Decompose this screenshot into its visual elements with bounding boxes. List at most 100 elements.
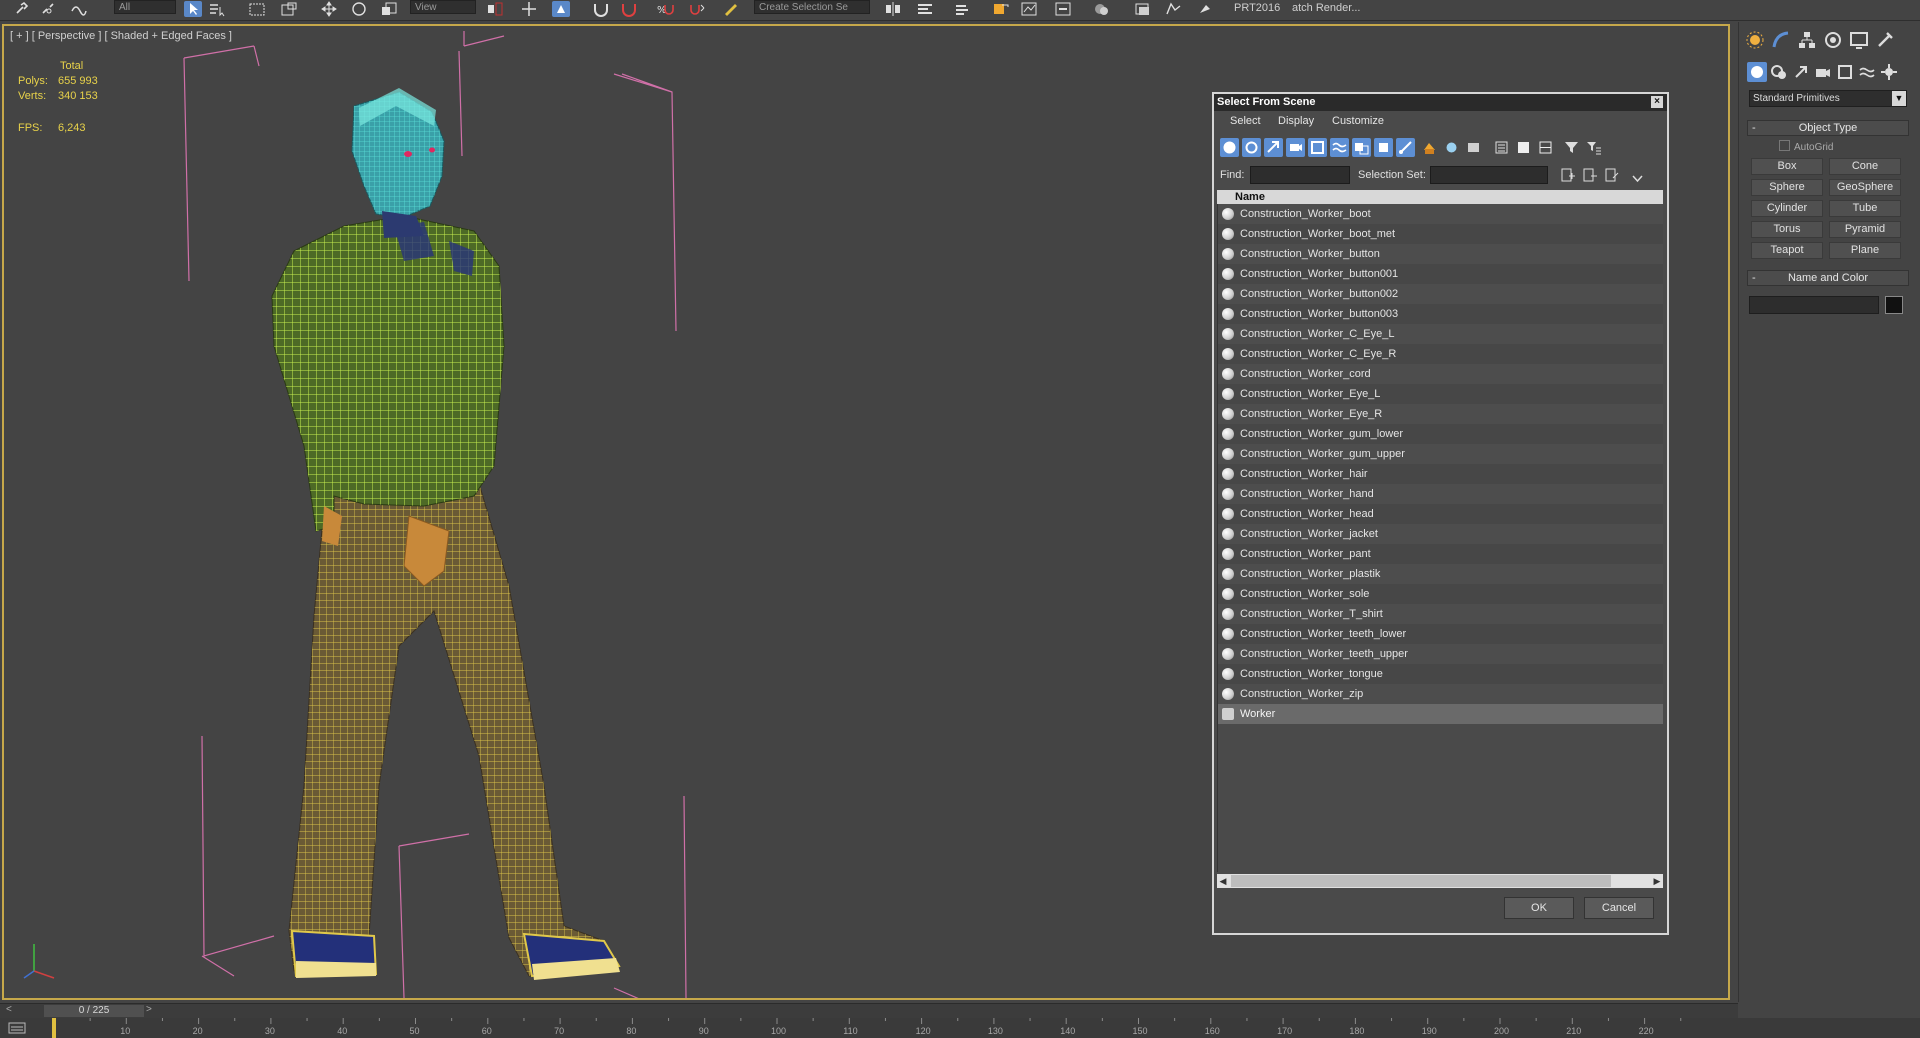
next-frame-button[interactable]: > (146, 1004, 152, 1015)
list-item[interactable]: Construction_Worker_C_Eye_R (1218, 344, 1663, 364)
display-xrefs-icon[interactable] (1374, 138, 1393, 157)
list-item[interactable]: Construction_Worker_button (1218, 244, 1663, 264)
collapse-icon[interactable]: - (1752, 271, 1756, 285)
primitive-category-dropdown[interactable]: Standard Primitives ▼ (1749, 90, 1907, 107)
window-crossing-icon[interactable] (280, 1, 298, 17)
list-item[interactable]: Construction_Worker_teeth_lower (1218, 624, 1663, 644)
spinner-snap-icon[interactable] (688, 1, 706, 17)
create-selection-set-icon[interactable] (1558, 166, 1577, 185)
named-selection-dropdown[interactable]: Create Selection Se (754, 0, 870, 14)
selection-set-dropdown[interactable] (1430, 166, 1548, 184)
chevron-down-icon[interactable] (1628, 168, 1647, 187)
box-button[interactable]: Box (1751, 158, 1823, 175)
cylinder-button[interactable]: Cylinder (1751, 200, 1823, 217)
display-groups-icon[interactable] (1352, 138, 1371, 157)
scroll-right-icon[interactable]: ▶ (1651, 874, 1663, 888)
rect-region-icon[interactable] (248, 1, 266, 17)
find-input[interactable] (1250, 166, 1350, 184)
list-item[interactable]: Construction_Worker_gum_upper (1218, 444, 1663, 464)
filter-icon[interactable] (1562, 138, 1581, 157)
render-setup-icon[interactable] (1092, 1, 1110, 17)
link-icon[interactable] (14, 1, 32, 17)
time-slider[interactable]: < 0 / 225 > (0, 1003, 1738, 1018)
tube-button[interactable]: Tube (1829, 200, 1901, 217)
pyramid-button[interactable]: Pyramid (1829, 221, 1901, 238)
render-frame-icon[interactable] (1134, 1, 1152, 17)
material-editor-icon[interactable] (1054, 1, 1072, 17)
geosphere-button[interactable]: GeoSphere (1829, 179, 1901, 196)
track-bar[interactable]: 10 20 30 40 50 60 70 80 90 100 110 120 130 140 150 160 1… (0, 1018, 1920, 1038)
schematic-view-icon[interactable] (1020, 1, 1038, 17)
menu-display[interactable]: Display (1278, 115, 1314, 127)
display-hidden-icon[interactable] (1464, 138, 1483, 157)
utilities-tab-icon[interactable] (1875, 30, 1895, 50)
unlink-icon[interactable] (40, 1, 58, 17)
list-item[interactable]: Construction_Worker_boot_met (1218, 224, 1663, 244)
filter-options-icon[interactable] (1584, 138, 1603, 157)
motion-tab-icon[interactable] (1823, 30, 1843, 50)
time-slider-thumb[interactable]: 0 / 225 (44, 1005, 144, 1017)
scroll-left-icon[interactable]: ◀ (1217, 874, 1229, 888)
plane-button[interactable]: Plane (1829, 242, 1901, 259)
lights-icon[interactable] (1791, 62, 1811, 82)
sphere-button[interactable]: Sphere (1751, 179, 1823, 196)
rotate-icon[interactable] (350, 1, 368, 17)
snap-icon[interactable] (592, 1, 610, 17)
invert-selection-icon[interactable] (1536, 138, 1555, 157)
ok-button[interactable]: OK (1504, 897, 1574, 919)
display-spacewarps-icon[interactable] (1330, 138, 1349, 157)
select-manipulate-icon[interactable] (520, 1, 538, 17)
list-item[interactable]: Construction_Worker_button002 (1218, 284, 1663, 304)
modify-tab-icon[interactable] (1771, 30, 1791, 50)
display-bones-icon[interactable] (1396, 138, 1415, 157)
list-item[interactable]: Construction_Worker_T_shirt (1218, 604, 1663, 624)
construction-worker-model[interactable] (271, 88, 621, 980)
layer-manager-icon[interactable] (954, 1, 972, 17)
display-cameras-icon[interactable] (1286, 138, 1305, 157)
helpers-icon[interactable] (1835, 62, 1855, 82)
select-object-icon[interactable] (184, 1, 202, 17)
scrollbar-thumb[interactable] (1231, 875, 1611, 887)
list-item[interactable]: Construction_Worker_tongue (1218, 664, 1663, 684)
prt-label[interactable]: PRT2016 (1234, 2, 1280, 14)
list-item[interactable]: Construction_Worker_plastik (1218, 564, 1663, 584)
dialog-title-bar[interactable]: Select From Scene × (1214, 94, 1667, 111)
cameras-icon[interactable] (1813, 62, 1833, 82)
create-tab-icon[interactable] (1745, 30, 1765, 50)
scene-object-list[interactable]: Construction_Worker_boot Construction_Wor… (1217, 204, 1663, 872)
add-to-set-icon[interactable] (1580, 166, 1599, 185)
display-lights-icon[interactable] (1264, 138, 1283, 157)
list-item[interactable]: Construction_Worker_button001 (1218, 264, 1663, 284)
cancel-button[interactable]: Cancel (1584, 897, 1654, 919)
hierarchy-tab-icon[interactable] (1797, 30, 1817, 50)
pivot-center-icon[interactable] (486, 1, 504, 17)
display-shapes-icon[interactable] (1242, 138, 1261, 157)
keyboard-shortcut-icon[interactable] (552, 1, 570, 17)
list-item[interactable]: Construction_Worker_button003 (1218, 304, 1663, 324)
spacewarps-icon[interactable] (1857, 62, 1877, 82)
menu-customize[interactable]: Customize (1332, 115, 1384, 127)
list-item[interactable]: Worker (1218, 704, 1663, 724)
collapse-icon[interactable]: - (1752, 121, 1756, 135)
object-name-input[interactable] (1749, 296, 1879, 314)
object-color-swatch[interactable] (1885, 296, 1903, 314)
object-type-rollout[interactable]: - Object Type (1747, 120, 1909, 136)
display-frozen-icon[interactable] (1442, 138, 1461, 157)
curve-editor-icon[interactable] (992, 1, 1010, 17)
systems-icon[interactable] (1879, 62, 1899, 82)
current-frame-marker[interactable] (52, 1018, 56, 1038)
bind-spacewarp-icon[interactable] (70, 1, 88, 17)
select-all-icon[interactable] (1492, 138, 1511, 157)
display-containers-icon[interactable] (1420, 138, 1439, 157)
list-item[interactable]: Construction_Worker_hand (1218, 484, 1663, 504)
select-by-name-icon[interactable] (208, 1, 226, 17)
list-item[interactable]: Construction_Worker_hair (1218, 464, 1663, 484)
list-item[interactable]: Construction_Worker_Eye_L (1218, 384, 1663, 404)
move-icon[interactable] (320, 1, 338, 17)
menu-select[interactable]: Select (1230, 115, 1261, 127)
list-item[interactable]: Construction_Worker_sole (1218, 584, 1663, 604)
autogrid-checkbox[interactable]: AutoGrid (1779, 140, 1833, 153)
percent-snap-icon[interactable]: % (656, 1, 674, 17)
render-icon[interactable] (1164, 1, 1182, 17)
close-icon[interactable]: × (1651, 96, 1663, 108)
